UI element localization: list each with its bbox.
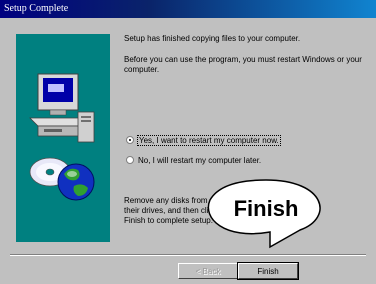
window-title: Setup Complete (4, 3, 69, 14)
finish-button[interactable]: Finish (237, 262, 299, 280)
restart-later-label: No, I will restart my computer later. (138, 155, 262, 165)
restart-message: Before you can use the program, you must… (124, 55, 362, 74)
side-illustration-panel (16, 34, 110, 242)
radio-restart-now[interactable] (126, 136, 134, 144)
finished-message: Setup has finished copying files to your… (124, 34, 301, 43)
restart-now-label: Yes, I want to restart my computer now. (137, 134, 281, 146)
separator (10, 254, 366, 256)
setup-complete-dialog: Setup Complete Setup has finished copyin… (0, 0, 376, 284)
radio-restart-later[interactable] (126, 156, 134, 164)
callout-text: Finish (234, 196, 299, 221)
back-button[interactable]: < Back (178, 263, 238, 279)
computer-icon (29, 73, 95, 143)
restart-later-option[interactable]: No, I will restart my computer later. (126, 154, 261, 166)
remove-disks-message: Remove any disks from their drives, and … (124, 196, 217, 225)
globe-cd-icon (29, 157, 95, 201)
restart-now-option[interactable]: Yes, I want to restart my computer now. (126, 134, 281, 146)
title-bar: Setup Complete (0, 0, 376, 18)
